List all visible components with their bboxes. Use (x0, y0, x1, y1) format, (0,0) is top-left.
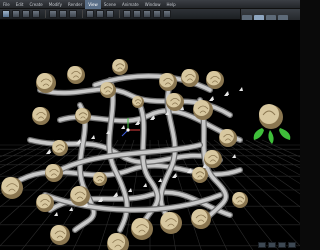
thorn (143, 183, 147, 187)
thorn (239, 87, 243, 91)
menu-item-edit[interactable]: Edit (13, 0, 27, 9)
grid-icon[interactable] (96, 10, 104, 18)
grid-line (253, 139, 300, 163)
menu-item-scene[interactable]: Scene (101, 0, 119, 9)
viewport-nav-widget[interactable] (258, 242, 298, 248)
menu-item-view[interactable]: View (85, 0, 101, 9)
scale-icon[interactable] (32, 10, 40, 18)
scene-canvas[interactable] (0, 20, 300, 250)
menu-bar: File Edit Create Modify Render View Scene Anima… (0, 0, 300, 9)
menu-item-modify[interactable]: Modify (46, 0, 65, 9)
toolbar-separator (45, 10, 46, 18)
toolbar-separator (82, 10, 83, 18)
leaf (268, 130, 274, 144)
menu-item-file[interactable]: File (0, 0, 13, 9)
grid-line (245, 139, 300, 169)
menu-item-render[interactable]: Render (65, 0, 85, 9)
move-icon[interactable] (12, 10, 20, 18)
pan-icon[interactable] (153, 10, 161, 18)
material-icon[interactable] (106, 10, 114, 18)
panel-tabs (240, 9, 300, 22)
thorn (91, 135, 95, 139)
menu-item-create[interactable]: Create (26, 0, 45, 9)
undo-icon[interactable] (123, 10, 131, 18)
zoom-icon[interactable] (258, 242, 266, 248)
leaf (279, 128, 291, 140)
redo-icon[interactable] (133, 10, 141, 18)
orbit-icon[interactable] (163, 10, 171, 18)
rose-petals (259, 104, 279, 124)
3d-viewport[interactable] (0, 20, 300, 250)
snap-icon[interactable] (86, 10, 94, 18)
thorn (158, 178, 162, 182)
menu-item-help[interactable]: Help (164, 0, 179, 9)
frame-all-icon[interactable] (288, 242, 296, 248)
thorn (54, 212, 58, 216)
toolbar-separator (119, 10, 120, 18)
zoom-icon[interactable] (143, 10, 151, 18)
leaf (253, 128, 264, 140)
gizmo-center (126, 128, 130, 132)
pan-icon[interactable] (268, 242, 276, 248)
rotate-icon[interactable] (22, 10, 30, 18)
select-icon[interactable] (2, 10, 10, 18)
render-icon[interactable] (69, 10, 77, 18)
orbit-icon[interactable] (278, 242, 286, 248)
thorn (121, 125, 125, 129)
menu-item-window[interactable]: Window (142, 0, 164, 9)
grid-line (237, 139, 300, 176)
menu-item-animate[interactable]: Animate (119, 0, 142, 9)
camera-icon[interactable] (49, 10, 57, 18)
light-icon[interactable] (59, 10, 67, 18)
app-window: File Edit Create Modify Render View Scene Anima… (0, 0, 300, 250)
thorn (69, 207, 73, 211)
